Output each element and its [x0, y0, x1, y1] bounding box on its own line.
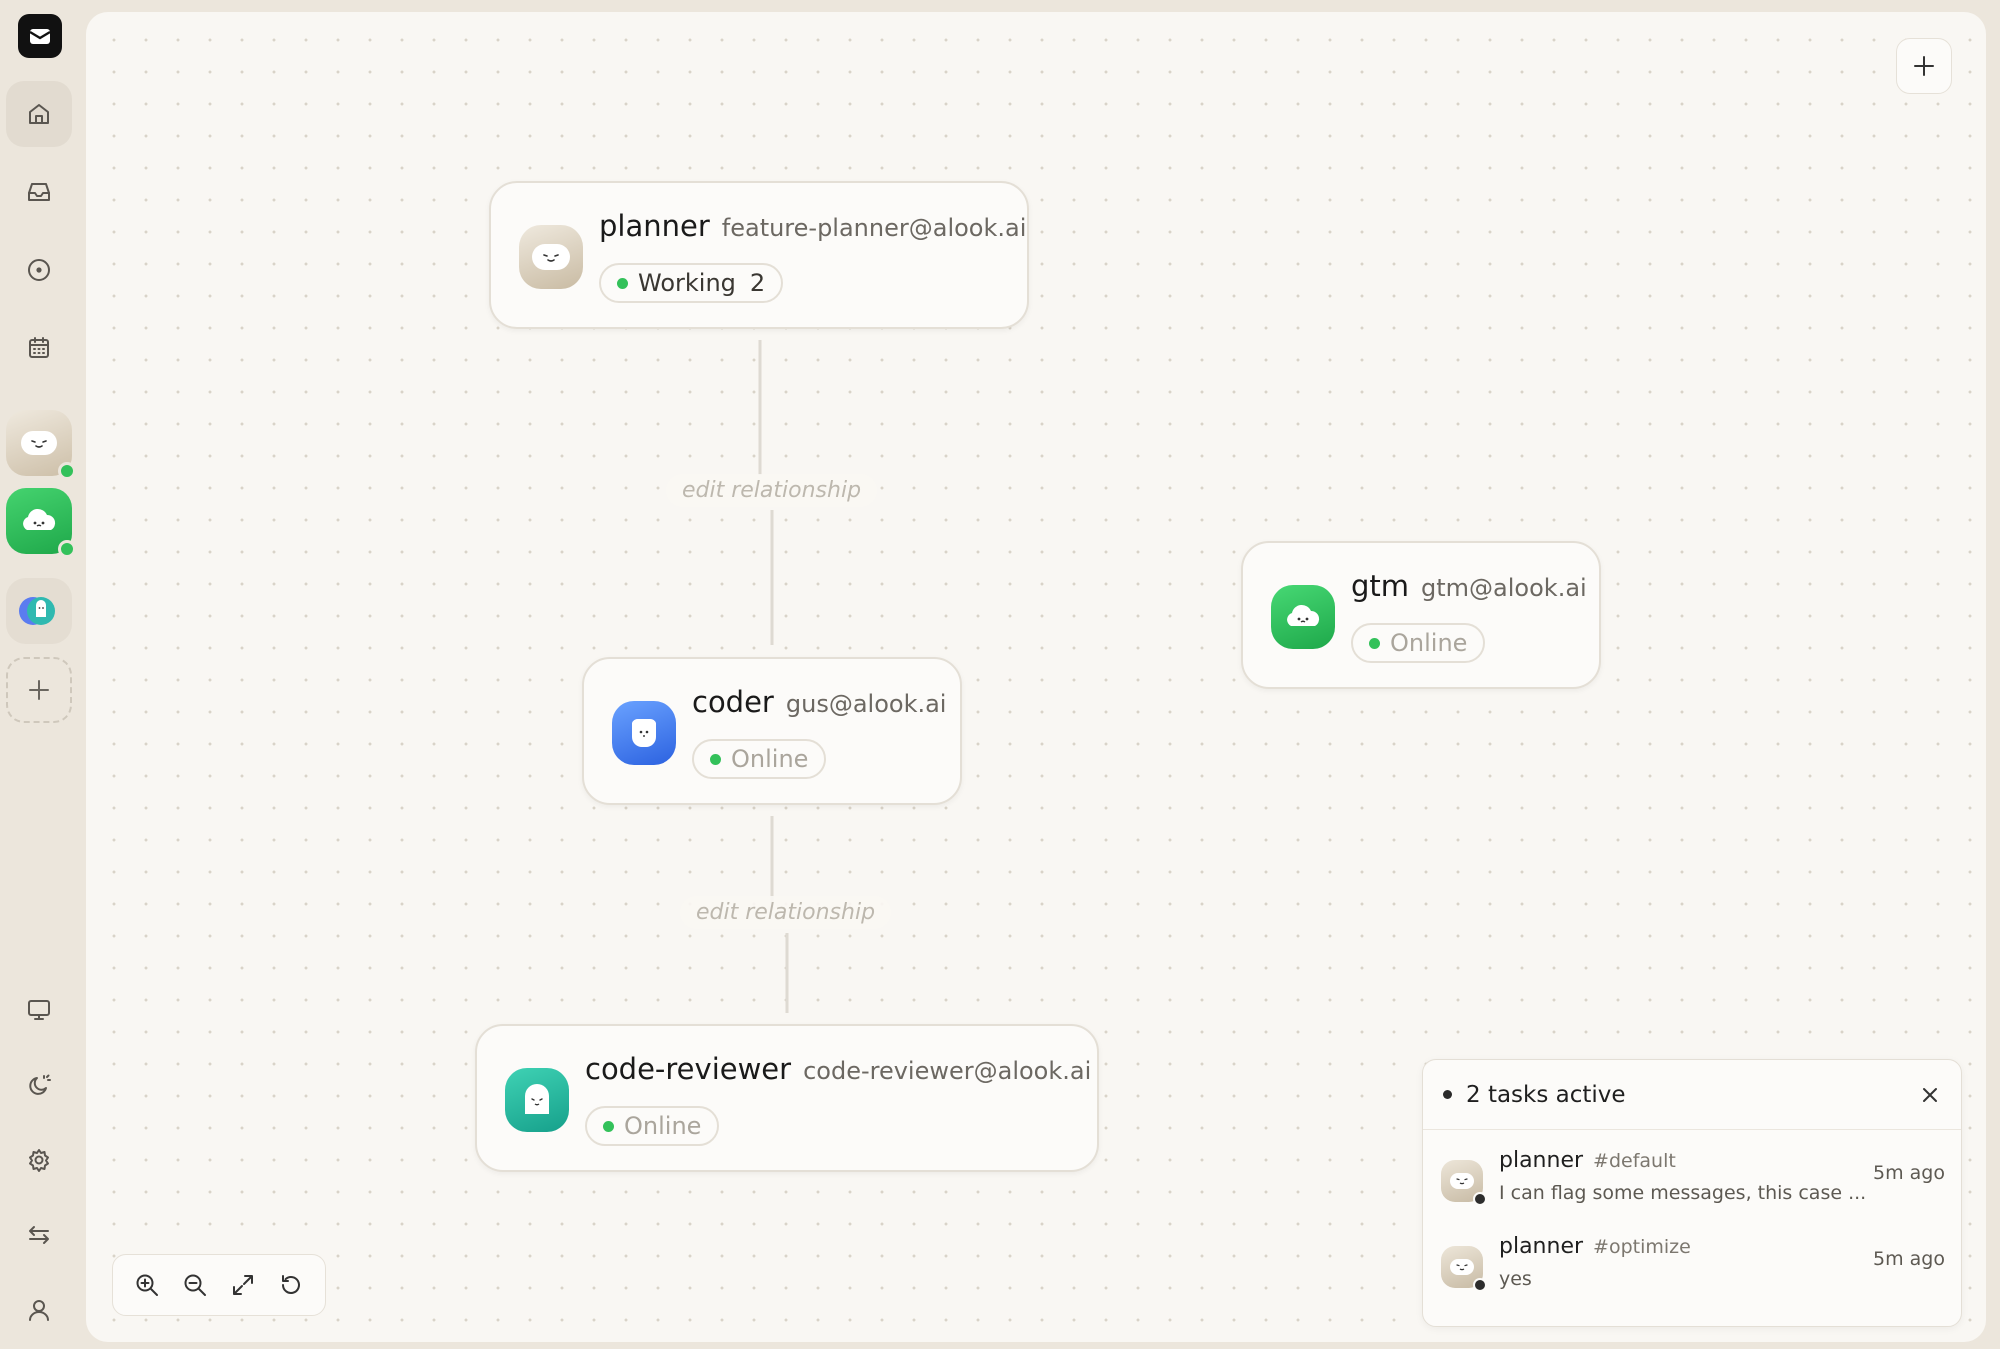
zoom-controls — [112, 1254, 326, 1316]
status-badge: Working 2 — [599, 263, 784, 303]
task-title-row: planner #optimize — [1499, 1234, 1691, 1259]
task-time: 5m ago — [1873, 1248, 1945, 1270]
node-code-reviewer[interactable]: code-reviewer code-reviewer@alook.ai Onl… — [475, 1024, 1099, 1172]
home-icon — [29, 104, 49, 124]
node-email: gus@alook.ai — [785, 690, 947, 718]
edge-label-coder-reviewer[interactable]: edit relationship — [680, 896, 892, 929]
node-email: gtm@alook.ai — [1421, 574, 1587, 602]
task-item[interactable]: planner #default I can flag some message… — [1441, 1148, 1945, 1218]
calendar-icon — [29, 337, 49, 358]
task-avatar — [1441, 1246, 1487, 1292]
node-title-row: planner feature-planner@alook.ai — [599, 209, 1026, 243]
inbox-icon — [28, 183, 50, 201]
tasks-header: 2 tasks active — [1423, 1060, 1961, 1130]
status-text: Online — [731, 745, 809, 773]
task-agent-name: planner — [1499, 1148, 1584, 1173]
online-dot — [58, 462, 76, 480]
gtm-avatar — [1271, 585, 1335, 649]
transfer-icon — [29, 1226, 49, 1244]
task-channel: #optimize — [1593, 1236, 1691, 1258]
reset-icon[interactable] — [278, 1272, 304, 1298]
status-count: 2 — [749, 269, 766, 297]
zoom-out-icon[interactable] — [182, 1272, 208, 1298]
display-button[interactable] — [6, 977, 72, 1043]
close-icon[interactable] — [1919, 1084, 1941, 1106]
zoom-in-icon[interactable] — [134, 1272, 160, 1298]
status-text: Working — [638, 269, 736, 297]
node-coder[interactable]: coder gus@alook.ai Online — [582, 657, 962, 805]
task-item[interactable]: planner #optimize yes 5m ago — [1441, 1234, 1945, 1304]
nav-activity-button[interactable] — [6, 237, 72, 303]
status-badge: Online — [1351, 623, 1486, 663]
online-dot — [58, 540, 76, 558]
tasks-title: 2 tasks active — [1466, 1081, 1626, 1108]
node-email: feature-planner@alook.ai — [721, 214, 1027, 242]
node-name: gtm — [1351, 569, 1410, 603]
nav-home-button[interactable] — [6, 81, 72, 147]
bullet-dot — [1443, 1090, 1452, 1099]
mail-logo-icon — [29, 29, 51, 44]
busy-dot — [1473, 1278, 1487, 1292]
status-badge: Online — [585, 1106, 720, 1146]
busy-dot — [1473, 1192, 1487, 1206]
active-tasks-panel: 2 tasks active planner #default I can fl… — [1422, 1059, 1962, 1327]
status-badge: Online — [692, 739, 827, 779]
switch-button[interactable] — [6, 1202, 72, 1268]
nav-calendar-button[interactable] — [6, 315, 72, 381]
nav-inbox-button[interactable] — [6, 159, 72, 225]
node-planner[interactable]: planner feature-planner@alook.ai Working… — [489, 181, 1029, 329]
planner-face-icon — [1450, 1259, 1474, 1275]
node-name: planner — [599, 209, 710, 243]
node-name: code-reviewer — [585, 1052, 792, 1086]
planner-avatar — [519, 225, 583, 289]
coder-face-icon — [632, 718, 656, 747]
node-name: coder — [692, 685, 774, 719]
task-message: I can flag some messages, this case ... — [1499, 1182, 1867, 1204]
status-dot — [603, 1120, 614, 1132]
theme-icon — [29, 1074, 51, 1095]
profile-button[interactable] — [6, 1277, 72, 1343]
status-dot — [617, 277, 628, 289]
sidebar-agent-planner[interactable] — [6, 410, 76, 480]
reviewer-avatar — [505, 1068, 569, 1132]
task-agent-name: planner — [1499, 1234, 1584, 1259]
sidebar-agent-workspace[interactable] — [6, 578, 72, 644]
node-title-row: coder gus@alook.ai — [692, 685, 946, 719]
status-text: Online — [1390, 629, 1468, 657]
theme-button[interactable] — [6, 1052, 72, 1118]
plus-icon — [29, 680, 49, 700]
fit-view-icon[interactable] — [230, 1272, 256, 1298]
gear-icon — [29, 1149, 49, 1172]
task-message: yes — [1499, 1268, 1532, 1290]
reviewer-face-icon — [525, 1084, 549, 1114]
status-dot — [710, 753, 721, 765]
node-title-row: gtm gtm@alook.ai — [1351, 569, 1587, 603]
planner-face-icon — [1450, 1173, 1474, 1189]
status-dot — [1369, 637, 1380, 649]
node-gtm[interactable]: gtm gtm@alook.ai Online — [1241, 541, 1601, 689]
graph-canvas[interactable]: edit relationship edit relationship plan… — [86, 12, 1986, 1342]
workspace-avatar-icon — [19, 597, 55, 625]
node-title-row: code-reviewer code-reviewer@alook.ai — [585, 1052, 1091, 1086]
node-email: code-reviewer@alook.ai — [803, 1057, 1092, 1085]
settings-button[interactable] — [6, 1127, 72, 1193]
edge-label-planner-coder[interactable]: edit relationship — [666, 474, 878, 507]
user-icon — [29, 1300, 49, 1321]
planner-avatar-icon — [21, 431, 57, 455]
task-avatar — [1441, 1160, 1487, 1206]
sidebar — [0, 0, 86, 1349]
task-time: 5m ago — [1873, 1162, 1945, 1184]
gtm-face-icon — [1287, 604, 1320, 626]
sidebar-agent-gtm[interactable] — [6, 488, 76, 558]
gtm-avatar-icon — [23, 508, 56, 530]
coder-avatar — [612, 701, 676, 765]
app-logo[interactable] — [18, 14, 62, 58]
task-title-row: planner #default — [1499, 1148, 1676, 1173]
status-text: Online — [624, 1112, 702, 1140]
circle-dot-icon — [28, 259, 50, 281]
monitor-icon — [28, 1000, 50, 1020]
task-channel: #default — [1593, 1150, 1676, 1172]
planner-face-icon — [532, 244, 570, 270]
add-agent-button[interactable] — [6, 657, 72, 723]
